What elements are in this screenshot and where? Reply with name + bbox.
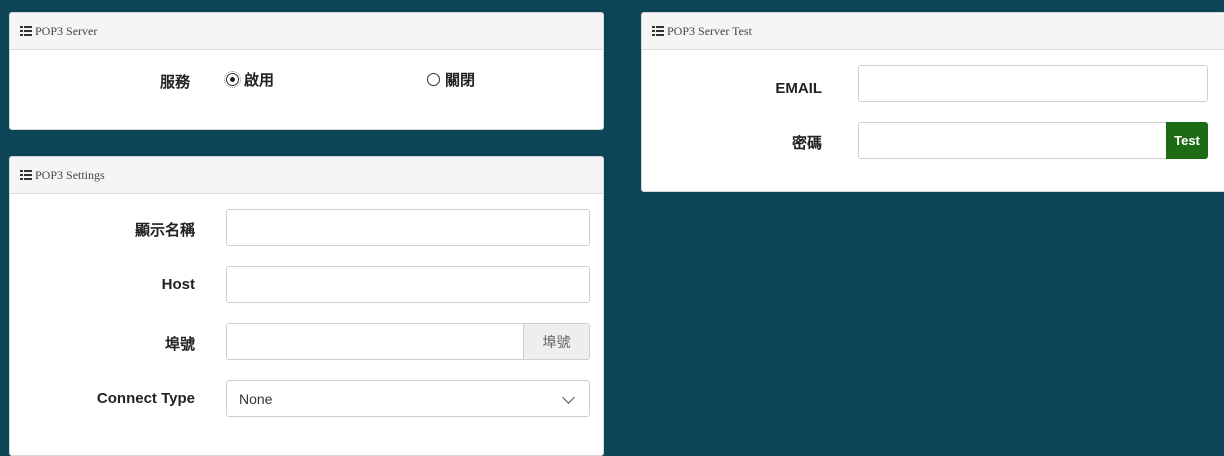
disable-label: 關閉 [445,72,476,89]
host-input[interactable] [226,266,590,303]
display-name-label: 顯示名稱 [134,222,195,239]
list-icon [20,26,32,36]
connect-type-value: None [239,390,273,407]
radio-unchecked-icon[interactable] [427,73,440,86]
service-label: 服務 [159,74,190,91]
port-label: 埠號 [164,336,195,353]
display-name-input[interactable] [226,209,590,246]
list-icon [20,170,32,180]
password-label: 密碼 [791,135,822,152]
pop3-settings-panel: POP3 Settings 顯示名稱 Host 埠號 埠號 Connect Ty… [9,156,604,456]
disable-option[interactable]: 關閉 [427,69,475,90]
pop3-server-panel: POP3 Server 服務 啟用 關閉 [9,12,604,130]
host-label: Host [161,276,195,293]
enable-label: 啟用 [244,72,275,89]
password-input[interactable] [858,122,1167,159]
pop3-settings-header: POP3 Settings [10,157,603,194]
pop3-server-header: POP3 Server [10,13,603,50]
pop3-test-header: POP3 Server Test [642,13,1224,50]
panel-title: POP3 Settings [35,167,105,182]
port-input[interactable] [226,323,524,360]
enable-option[interactable]: 啟用 [224,69,275,90]
email-label: EMAIL [775,80,822,97]
list-icon [652,26,664,36]
port-addon: 埠號 [523,323,590,360]
panel-title: POP3 Server [35,23,98,38]
chevron-down-icon [562,391,575,404]
connect-type-select[interactable]: None [226,380,590,417]
test-button[interactable]: Test [1166,122,1208,159]
pop3-test-panel: POP3 Server Test EMAIL 密碼 Test [641,12,1224,192]
email-input[interactable] [858,65,1208,102]
connect-type-label: Connect Type [96,390,195,407]
radio-checked-icon[interactable] [224,71,241,88]
panel-title: POP3 Server Test [667,23,752,38]
